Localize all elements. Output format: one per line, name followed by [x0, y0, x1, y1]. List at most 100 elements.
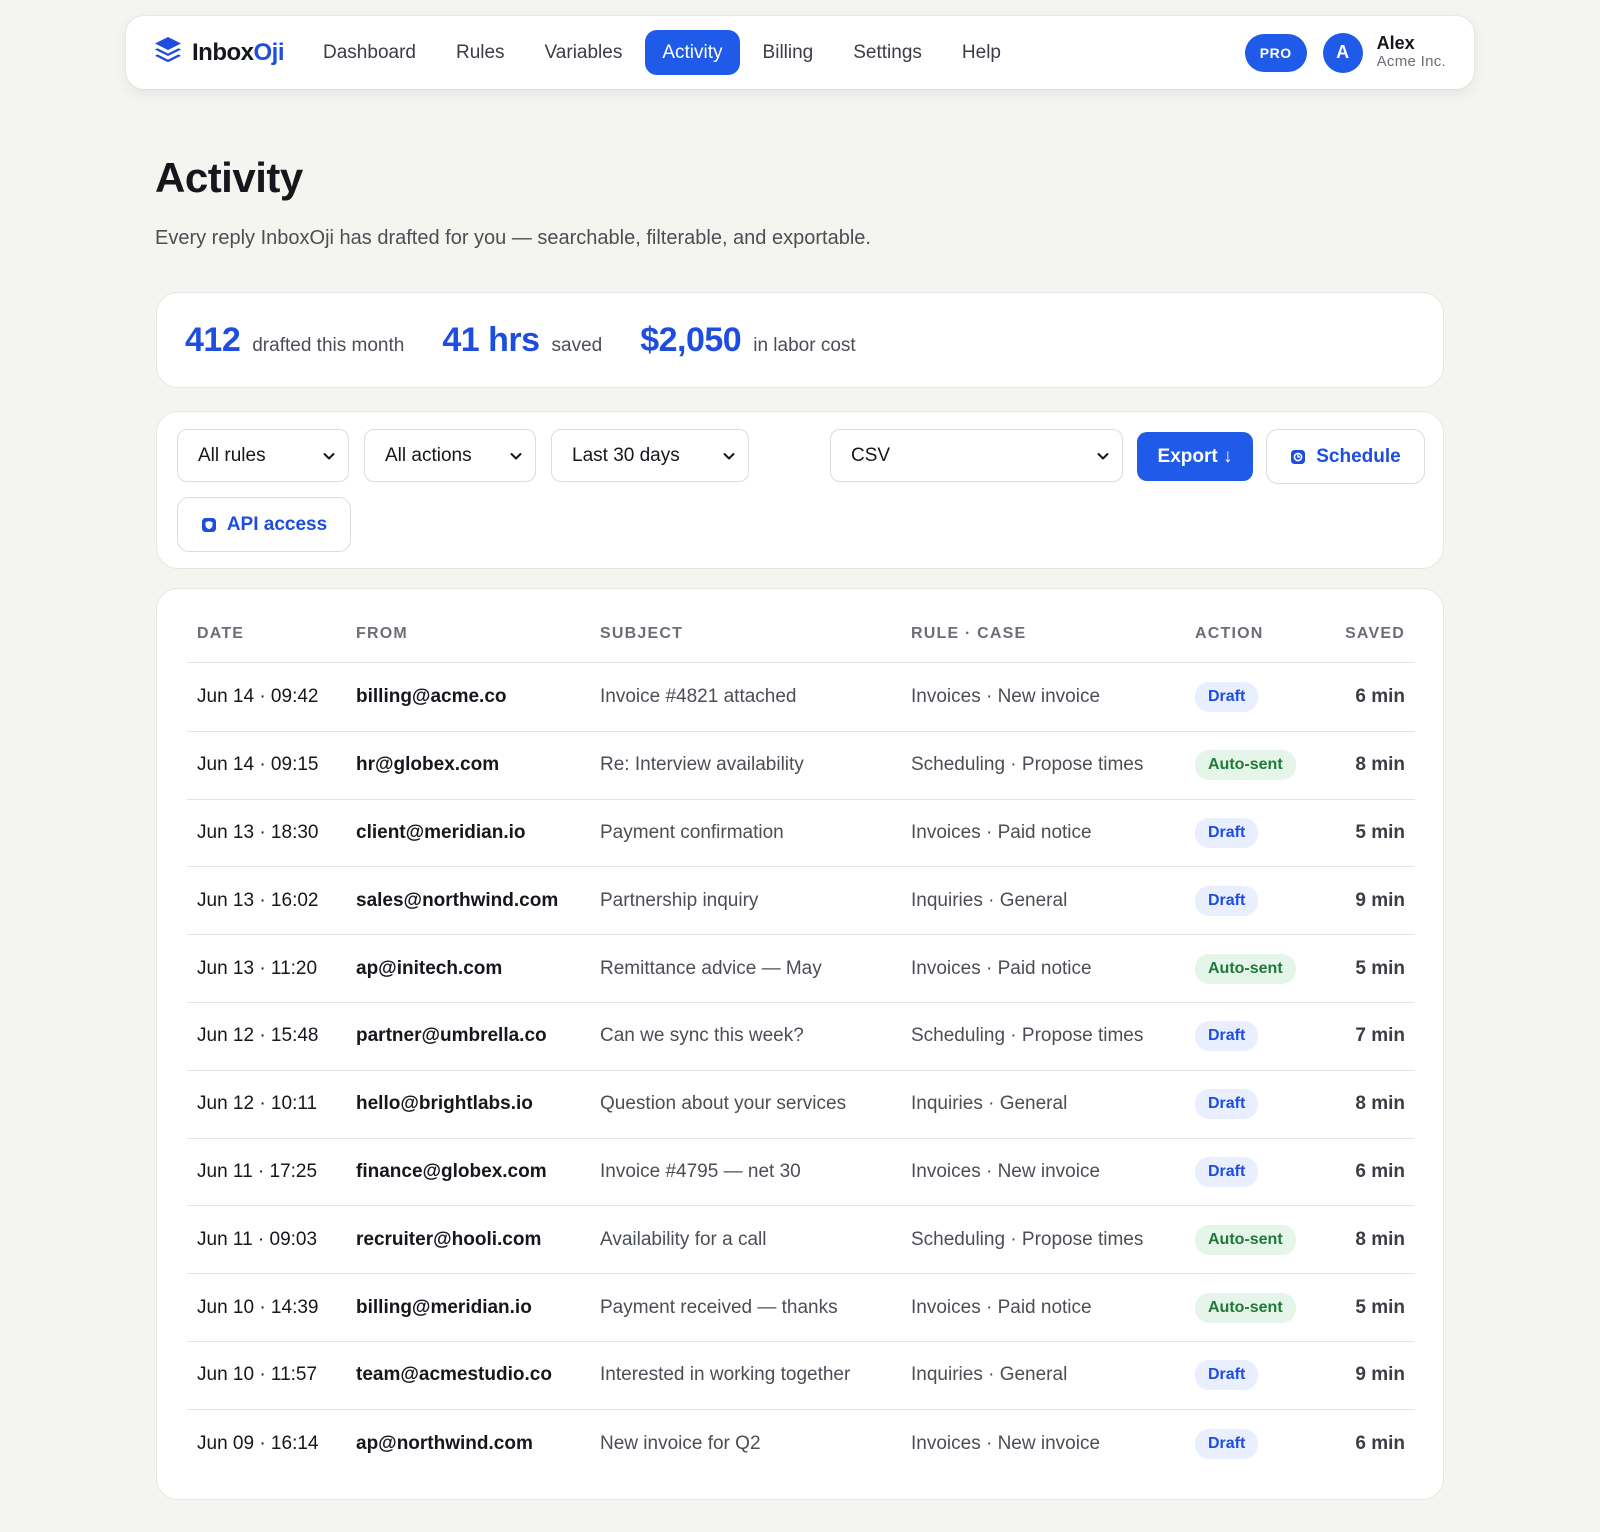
chevron-down-icon — [510, 452, 522, 459]
api-access-button[interactable]: API access — [177, 497, 351, 552]
nav-link-rules[interactable]: Rules — [439, 30, 522, 75]
nav-link-activity[interactable]: Activity — [645, 30, 740, 75]
page-subtitle: Every reply InboxOji has drafted for you… — [155, 227, 871, 249]
chevron-down-icon — [1097, 452, 1109, 459]
cell-date: Jun 14 · 09:15 — [197, 754, 319, 776]
cell-saved: 5 min — [1355, 821, 1405, 843]
action-badge: Draft — [1195, 682, 1259, 713]
cell-date: Jun 13 · 16:02 — [197, 889, 319, 911]
cell-saved: 7 min — [1355, 1025, 1405, 1047]
column-header-action[interactable]: ACTION — [1195, 625, 1264, 643]
action-badge: Draft — [1195, 1360, 1259, 1391]
brand-name: InboxOji — [192, 38, 285, 66]
stat-hours-saved: 41 hrs saved — [442, 321, 602, 360]
export-button[interactable]: Export ↓ — [1137, 432, 1253, 481]
export-format-value: CSV — [851, 444, 891, 466]
column-header-from[interactable]: FROM — [356, 625, 408, 643]
cell-from: ap@initech.com — [356, 957, 503, 979]
table-row[interactable]: Jun 11 · 17:25 finance@globex.com Invoice … — [187, 1139, 1415, 1207]
cell-date: Jun 10 · 11:57 — [197, 1364, 318, 1386]
column-header-rule-case[interactable]: RULE · CASE — [911, 625, 1026, 643]
action-badge: Auto-sent — [1195, 1224, 1296, 1255]
action-badge: Auto-sent — [1195, 953, 1296, 984]
table-row[interactable]: Jun 11 · 09:03 recruiter@hooli.com Availab… — [187, 1206, 1415, 1275]
rules-select[interactable]: All rules — [177, 429, 349, 482]
layers-logo-icon — [152, 34, 184, 71]
nav-link-variables[interactable]: Variables — [528, 30, 640, 75]
column-header-date[interactable]: DATE — [197, 625, 244, 643]
table-body: Jun 14 · 09:42 billing@acme.co Invoice #48… — [187, 664, 1415, 1478]
cell-from: team@acmestudio.co — [356, 1364, 552, 1386]
top-nav: InboxOji Dashboard Rules Variables Activ… — [126, 16, 1474, 89]
table-row[interactable]: Jun 13 · 16:02 sales@northwind.com Partner… — [187, 867, 1415, 936]
cell-date: Jun 12 · 15:48 — [197, 1025, 319, 1047]
action-badge: Draft — [1195, 1156, 1259, 1187]
nav-link-billing[interactable]: Billing — [746, 30, 831, 75]
export-format-select[interactable]: CSV — [830, 429, 1123, 482]
schedule-label: Schedule — [1316, 445, 1401, 467]
cell-rule-case: Invoices · Paid notice — [911, 1296, 1092, 1318]
stats-card: 412 drafted this month 41 hrs saved $2,0… — [156, 292, 1444, 388]
column-header-subject[interactable]: SUBJECT — [600, 625, 683, 643]
cell-action: Auto-sent — [1195, 1274, 1296, 1341]
cell-saved: 6 min — [1355, 686, 1405, 708]
table-row[interactable]: Jun 09 · 16:14 ap@northwind.com New invoic… — [187, 1410, 1415, 1478]
nav-links: Dashboard Rules Variables Activity Billi… — [306, 30, 1018, 75]
nav-link-dashboard[interactable]: Dashboard — [306, 30, 433, 75]
cell-subject: Payment confirmation — [600, 821, 784, 843]
user-name: Alex — [1376, 33, 1415, 54]
period-select[interactable]: Last 30 days — [551, 429, 749, 482]
cell-from: billing@acme.co — [356, 686, 507, 708]
stat-label: in labor cost — [753, 334, 856, 356]
table-row[interactable]: Jun 12 · 15:48 partner@umbrella.co Can we … — [187, 1003, 1415, 1071]
plan-badge[interactable]: PRO — [1244, 33, 1307, 72]
table-row[interactable]: Jun 13 · 18:30 client@meridian.io Payment … — [187, 800, 1415, 868]
cell-saved: 8 min — [1355, 1093, 1405, 1115]
action-badge: Draft — [1195, 1021, 1259, 1052]
cell-rule-case: Invoices · New invoice — [911, 1160, 1101, 1182]
cell-saved: 5 min — [1355, 957, 1405, 979]
table-row[interactable]: Jun 14 · 09:42 billing@acme.co Invoice #48… — [187, 664, 1415, 732]
stat-value: 412 — [185, 320, 241, 359]
cell-rule-case: Invoices · Paid notice — [911, 957, 1092, 979]
cell-subject: Question about your services — [600, 1093, 847, 1115]
cell-subject: Partnership inquiry — [600, 889, 759, 911]
activity-table-card: DATE FROM SUBJECT RULE · CASE ACTION SAV… — [156, 588, 1444, 1500]
user-menu[interactable]: Alex Acme Inc. — [1377, 34, 1446, 70]
table-row[interactable]: Jun 10 · 14:39 billing@meridian.io Payment… — [187, 1274, 1415, 1342]
shield-icon — [201, 517, 216, 532]
cell-rule-case: Scheduling · Propose times — [911, 754, 1144, 776]
cell-action: Draft — [1195, 1071, 1259, 1138]
avatar[interactable]: A — [1322, 32, 1363, 73]
cell-action: Auto-sent — [1195, 732, 1296, 799]
cell-action: Draft — [1195, 1139, 1259, 1206]
action-badge: Draft — [1195, 1428, 1259, 1459]
cell-from: client@meridian.io — [356, 821, 526, 843]
cell-date: Jun 09 · 16:14 — [197, 1432, 319, 1454]
table-header: DATE FROM SUBJECT RULE · CASE ACTION SAV… — [187, 625, 1415, 663]
action-badge: Auto-sent — [1195, 1292, 1296, 1323]
cell-from: finance@globex.com — [356, 1160, 547, 1182]
actions-select-value: All actions — [385, 444, 472, 466]
cell-date: Jun 10 · 14:39 — [197, 1296, 319, 1318]
cell-subject: Re: Interview availability — [600, 754, 804, 776]
table-row[interactable]: Jun 10 · 11:57 team@acmestudio.co Interest… — [187, 1342, 1415, 1410]
schedule-button[interactable]: Schedule — [1266, 429, 1425, 484]
table-row[interactable]: Jun 13 · 11:20 ap@initech.com Remittance a… — [187, 935, 1415, 1003]
cell-date: Jun 11 · 17:25 — [197, 1160, 318, 1182]
table-row[interactable]: Jun 12 · 10:11 hello@brightlabs.io Questio… — [187, 1071, 1415, 1139]
actions-select[interactable]: All actions — [364, 429, 536, 482]
stat-label: drafted this month — [252, 334, 405, 356]
stat-labor-cost: $2,050 in labor cost — [640, 321, 855, 360]
cell-date: Jun 11 · 09:03 — [197, 1228, 318, 1250]
column-header-saved[interactable]: SAVED — [1345, 625, 1405, 643]
filters-card: All rules All actions Last 30 days CSV E… — [156, 411, 1444, 569]
user-org: Acme Inc. — [1376, 53, 1446, 71]
cell-subject: Availability for a call — [600, 1228, 767, 1250]
nav-link-settings[interactable]: Settings — [836, 30, 939, 75]
nav-link-help[interactable]: Help — [945, 30, 1018, 75]
brand-logo[interactable]: InboxOji — [152, 34, 285, 71]
action-badge: Draft — [1195, 885, 1259, 916]
rules-select-value: All rules — [198, 444, 266, 466]
table-row[interactable]: Jun 14 · 09:15 hr@globex.com Re: Interview… — [187, 732, 1415, 800]
